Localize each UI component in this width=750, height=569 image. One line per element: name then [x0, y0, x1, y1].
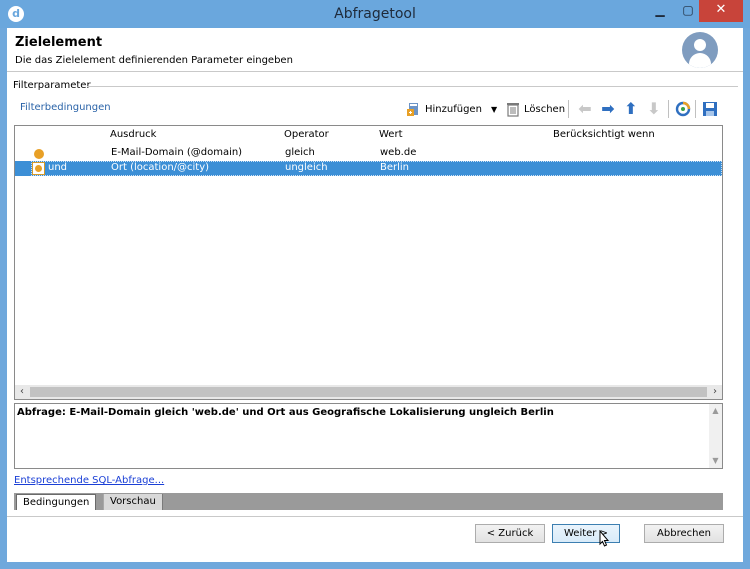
column-header-operator[interactable]: Operator	[284, 129, 329, 140]
add-dropdown-button[interactable]: ▼	[491, 99, 497, 119]
cancel-button[interactable]: Abbrechen	[644, 524, 724, 543]
column-header-condition[interactable]: Berücksichtigt wenn	[553, 129, 655, 140]
arrow-left-icon: ⬅	[578, 99, 592, 118]
scroll-right-icon[interactable]: ›	[708, 385, 722, 399]
table-row-selected[interactable]: und Ort (location/@city) ungleich Berlin	[15, 161, 722, 176]
header-divider	[7, 71, 743, 72]
maximize-button[interactable]: ▢	[674, 0, 702, 22]
table-row[interactable]: E-Mail-Domain (@domain) gleich web.de	[15, 146, 722, 161]
query-text-box[interactable]: Abfrage: E-Mail-Domain gleich 'web.de' u…	[14, 403, 723, 469]
dialog-content: Zielelement Die das Zielelement definier…	[7, 28, 743, 562]
minimize-button[interactable]: ▁	[646, 0, 674, 22]
toolbar-separator	[668, 100, 669, 118]
scrollbar-thumb[interactable]	[30, 387, 707, 397]
mouse-cursor-icon	[599, 530, 610, 547]
query-text: Abfrage: E-Mail-Domain gleich 'web.de' u…	[17, 407, 554, 418]
sql-query-link[interactable]: Entsprechende SQL-Abfrage...	[14, 475, 164, 486]
row-operator: ungleich	[285, 162, 328, 173]
table-header: Ausdruck Operator Wert Berücksichtigt we…	[15, 126, 722, 145]
add-button[interactable]: Hinzufügen	[406, 99, 482, 119]
conditions-table[interactable]: Ausdruck Operator Wert Berücksichtigt we…	[14, 125, 723, 400]
save-button[interactable]	[702, 99, 721, 119]
delete-button-label: Löschen	[524, 103, 566, 115]
add-button-label: Hinzufügen	[425, 103, 482, 115]
arrow-down-icon: ⬇	[647, 99, 661, 118]
arrow-up-icon: ⬆	[624, 99, 638, 118]
row-value: Berlin	[380, 162, 410, 173]
row-expression: E-Mail-Domain (@domain)	[111, 147, 243, 158]
page-title: Zielelement	[15, 35, 103, 50]
tab-conditions[interactable]: Bedingungen	[16, 494, 97, 510]
row-prefix: und	[48, 162, 68, 173]
user-avatar-icon	[682, 32, 718, 68]
add-condition-icon	[407, 103, 418, 116]
query-tool-window: d Abfragetool ▁ ▢ ✕ Zielelement Die das …	[0, 0, 750, 569]
move-right-button[interactable]: ➡	[599, 99, 617, 119]
arrow-right-icon: ➡	[601, 99, 615, 118]
group-divider	[87, 86, 738, 87]
delete-button[interactable]: Löschen	[505, 99, 565, 119]
group-label: Filterparameter	[13, 80, 91, 91]
refresh-button[interactable]	[675, 99, 694, 119]
condition-icon	[34, 149, 44, 159]
footer-divider	[7, 516, 743, 517]
vertical-scrollbar[interactable]: ▲ ▼	[709, 404, 722, 468]
bottom-tab-bar: Bedingungen Vorschau	[14, 493, 723, 510]
move-down-button[interactable]: ⬇	[645, 99, 663, 119]
scroll-up-icon[interactable]: ▲	[709, 405, 722, 417]
move-up-button[interactable]: ⬆	[622, 99, 640, 119]
page-subtitle: Die das Zielelement definierenden Parame…	[15, 55, 293, 66]
window-title: Abfragetool	[334, 6, 416, 22]
dropdown-arrow-icon: ▼	[491, 104, 498, 114]
filter-toolbar: Filterbedingungen Hinzufügen ▼ Löschen ⬅…	[13, 96, 723, 122]
toolbar-caption: Filterbedingungen	[20, 102, 111, 113]
trash-icon	[507, 103, 519, 117]
toolbar-separator	[695, 100, 696, 118]
horizontal-scrollbar[interactable]: ‹ ›	[15, 385, 722, 399]
title-bar[interactable]: d Abfragetool ▁ ▢ ✕	[0, 0, 750, 28]
row-operator: gleich	[285, 147, 315, 158]
toolbar-separator	[568, 100, 569, 118]
column-header-expression[interactable]: Ausdruck	[110, 129, 156, 140]
move-left-button[interactable]: ⬅	[576, 99, 594, 119]
back-button[interactable]: < Zurück	[475, 524, 545, 543]
close-button[interactable]: ✕	[699, 0, 743, 22]
tab-preview[interactable]: Vorschau	[103, 494, 163, 510]
refresh-icon	[675, 101, 691, 117]
condition-edit-icon	[32, 162, 45, 175]
save-icon	[703, 102, 717, 116]
scroll-left-icon[interactable]: ‹	[15, 385, 29, 399]
scroll-down-icon[interactable]: ▼	[709, 455, 722, 467]
row-value: web.de	[380, 147, 417, 158]
row-expression: Ort (location/@city)	[111, 162, 210, 173]
column-header-value[interactable]: Wert	[379, 129, 403, 140]
